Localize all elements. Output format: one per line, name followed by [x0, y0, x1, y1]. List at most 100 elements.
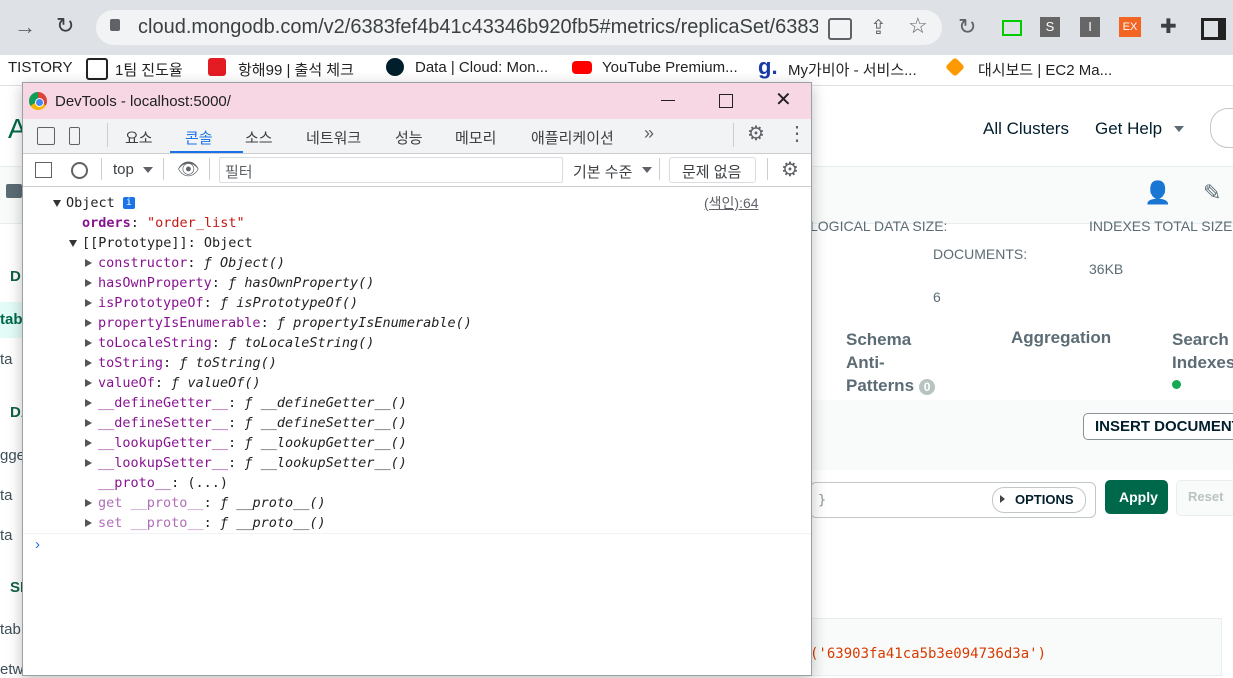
share-icon[interactable]: ⇪ [870, 15, 887, 40]
star-icon[interactable]: ☆ [908, 13, 928, 39]
tab-memory[interactable]: 메모리 [455, 127, 496, 148]
prototype-member-row[interactable]: toLocaleString: ƒ toLocaleString() [85, 333, 374, 353]
bookmark-youtube[interactable]: YouTube Premium... [602, 59, 738, 76]
divider [209, 158, 210, 180]
tab-network[interactable]: 네트워크 [306, 127, 361, 148]
prototype-member-row[interactable]: __defineGetter__: ƒ __defineGetter__() [85, 393, 407, 413]
tab-application[interactable]: 애플리케이션 [531, 127, 614, 148]
options-label: OPTIONS [1015, 492, 1074, 507]
sidebar-toggle-icon[interactable] [35, 162, 52, 178]
console-filter-input[interactable] [219, 157, 563, 183]
forward-icon[interactable]: → [14, 14, 36, 40]
puzzle-icon[interactable]: ✚ [1160, 14, 1177, 39]
bookmark-team[interactable]: 1팀 진도율 [115, 59, 183, 80]
settings-gear-icon[interactable]: ⚙ [747, 121, 765, 146]
expand-arrow-icon [85, 319, 92, 327]
chrome-icon-center [35, 98, 44, 107]
divider [733, 123, 734, 147]
sidebar-fragment: D [10, 268, 21, 285]
member-key: valueOf [98, 375, 155, 391]
get-help-link[interactable]: Get Help [1095, 119, 1162, 139]
devtools-title: DevTools - localhost:5000/ [55, 93, 231, 110]
expand-arrow-icon [85, 299, 92, 307]
lock-icon[interactable] [110, 19, 120, 31]
folder-icon [6, 184, 22, 198]
prototype-member-row[interactable]: toString: ƒ toString() [85, 353, 277, 373]
caret-right-icon [1000, 495, 1005, 503]
device-toolbar-icon[interactable] [69, 127, 80, 145]
extension-i-icon[interactable]: I [1080, 17, 1100, 37]
bookmark-mongodb[interactable]: Data | Cloud: Mon... [415, 59, 548, 76]
expand-arrow-icon [85, 279, 92, 287]
prototype-row[interactable]: [[Prototype]]: Object [69, 233, 253, 253]
close-icon[interactable]: ✕ [775, 87, 792, 112]
tab-search-indexes[interactable]: Search Indexes [1172, 328, 1233, 374]
divider [163, 158, 164, 180]
get-proto-row[interactable]: get __proto__: ƒ __proto__() [85, 493, 326, 513]
maximize-icon[interactable] [719, 94, 733, 108]
all-clusters-link[interactable]: All Clusters [983, 119, 1069, 139]
activity-icon[interactable]: ✎ [1203, 180, 1221, 206]
logical-size-label: LOGICAL DATA SIZE: [810, 218, 948, 234]
inspect-icon[interactable] [37, 127, 55, 145]
sidebar-fragment: ta [0, 487, 13, 504]
console-prompt-icon[interactable]: › [35, 536, 40, 553]
prototype-member-row[interactable]: isPrototypeOf: ƒ isPrototypeOf() [85, 293, 358, 313]
extension-ex-icon[interactable]: EX [1119, 17, 1141, 37]
tab-sources[interactable]: 소스 [245, 127, 273, 148]
clear-console-icon[interactable] [71, 162, 88, 179]
object-header[interactable]: Object i [53, 193, 135, 213]
extension-s-icon[interactable]: S [1040, 17, 1060, 37]
index-size-value: 36KB [1089, 261, 1124, 277]
log-levels-dropdown[interactable]: 기본 수준 [573, 161, 632, 182]
info-icon: i [122, 197, 135, 209]
tab-console[interactable]: 콘솔 [185, 127, 213, 148]
prototype-member-row[interactable]: __defineSetter__: ƒ __defineSetter__() [85, 413, 407, 433]
prototype-member-row[interactable]: __lookupSetter__: ƒ __lookupSetter__() [85, 453, 407, 473]
source-link[interactable]: (색인):64 [704, 193, 759, 213]
prototype-member-row[interactable]: constructor: ƒ Object() [85, 253, 285, 273]
devtools-window: DevTools - localhost:5000/ ✕ 요소 콘솔 소스 네트… [22, 82, 812, 676]
extension-green-icon[interactable] [1002, 20, 1022, 36]
member-key: __lookupSetter__ [98, 455, 229, 471]
bookmark-ec2[interactable]: 대시보드 | EC2 Ma... [978, 59, 1112, 80]
member-value: propertyIsEnumerable() [293, 315, 472, 331]
eye-icon[interactable]: 👁 [177, 159, 200, 180]
bookmark-hanghae[interactable]: 항해99 | 출석 체크 [238, 59, 354, 80]
filter-brace: } [818, 492, 827, 508]
object-id-value: ('63903fa41ca5b3e094736d3a') [810, 646, 1047, 662]
url-text[interactable]: cloud.mongodb.com/v2/6383fef4b41c43346b9… [138, 16, 818, 39]
prototype-member-row[interactable]: hasOwnProperty: ƒ hasOwnProperty() [85, 273, 374, 293]
prototype-member-row[interactable]: propertyIsEnumerable: ƒ propertyIsEnumer… [85, 313, 472, 333]
sidebar-fragment: etw [0, 661, 24, 678]
member-key: isPrototypeOf [98, 295, 204, 311]
tab-performance[interactable]: 성능 [395, 127, 423, 148]
tab-elements[interactable]: 요소 [125, 127, 153, 148]
tab-schema-anti-patterns[interactable]: Schema Anti-Patterns 0 [846, 328, 936, 397]
more-options-icon[interactable]: ⋮ [787, 121, 807, 146]
divider [767, 158, 768, 180]
set-proto-row[interactable]: set __proto__: ƒ __proto__() [85, 513, 326, 533]
tab-aggregation[interactable]: Aggregation [1011, 328, 1111, 348]
member-key: __lookupGetter__ [98, 435, 229, 451]
member-key: __defineSetter__ [98, 415, 229, 431]
minimize-icon[interactable] [661, 100, 675, 101]
prototype-member-row[interactable]: valueOf: ƒ valueOf() [85, 373, 261, 393]
reset-label: Reset [1188, 489, 1224, 504]
more-tabs-icon[interactable]: » [644, 123, 654, 144]
reload-icon[interactable]: ↻ [56, 13, 74, 39]
console-settings-icon[interactable]: ⚙ [781, 157, 799, 182]
member-value: __lookupGetter__() [260, 435, 407, 451]
add-user-icon[interactable]: 👤 [1144, 180, 1171, 206]
documents-value: 6 [933, 289, 941, 305]
translate-icon[interactable] [828, 18, 852, 40]
context-selector[interactable]: top [113, 161, 134, 178]
member-value: Object() [219, 255, 285, 271]
prototype-member-row[interactable]: __lookupGetter__: ƒ __lookupGetter__() [85, 433, 407, 453]
bookmark-gabia[interactable]: My가비아 - 서비스... [788, 59, 917, 80]
bookmark-tistory[interactable]: TISTORY [8, 59, 72, 76]
sidepanel-icon[interactable] [1201, 18, 1226, 40]
member-key: toLocaleString [98, 335, 212, 351]
sidebar-fragment: ta [0, 351, 13, 368]
extension-refresh-icon[interactable]: ↻ [958, 14, 976, 40]
